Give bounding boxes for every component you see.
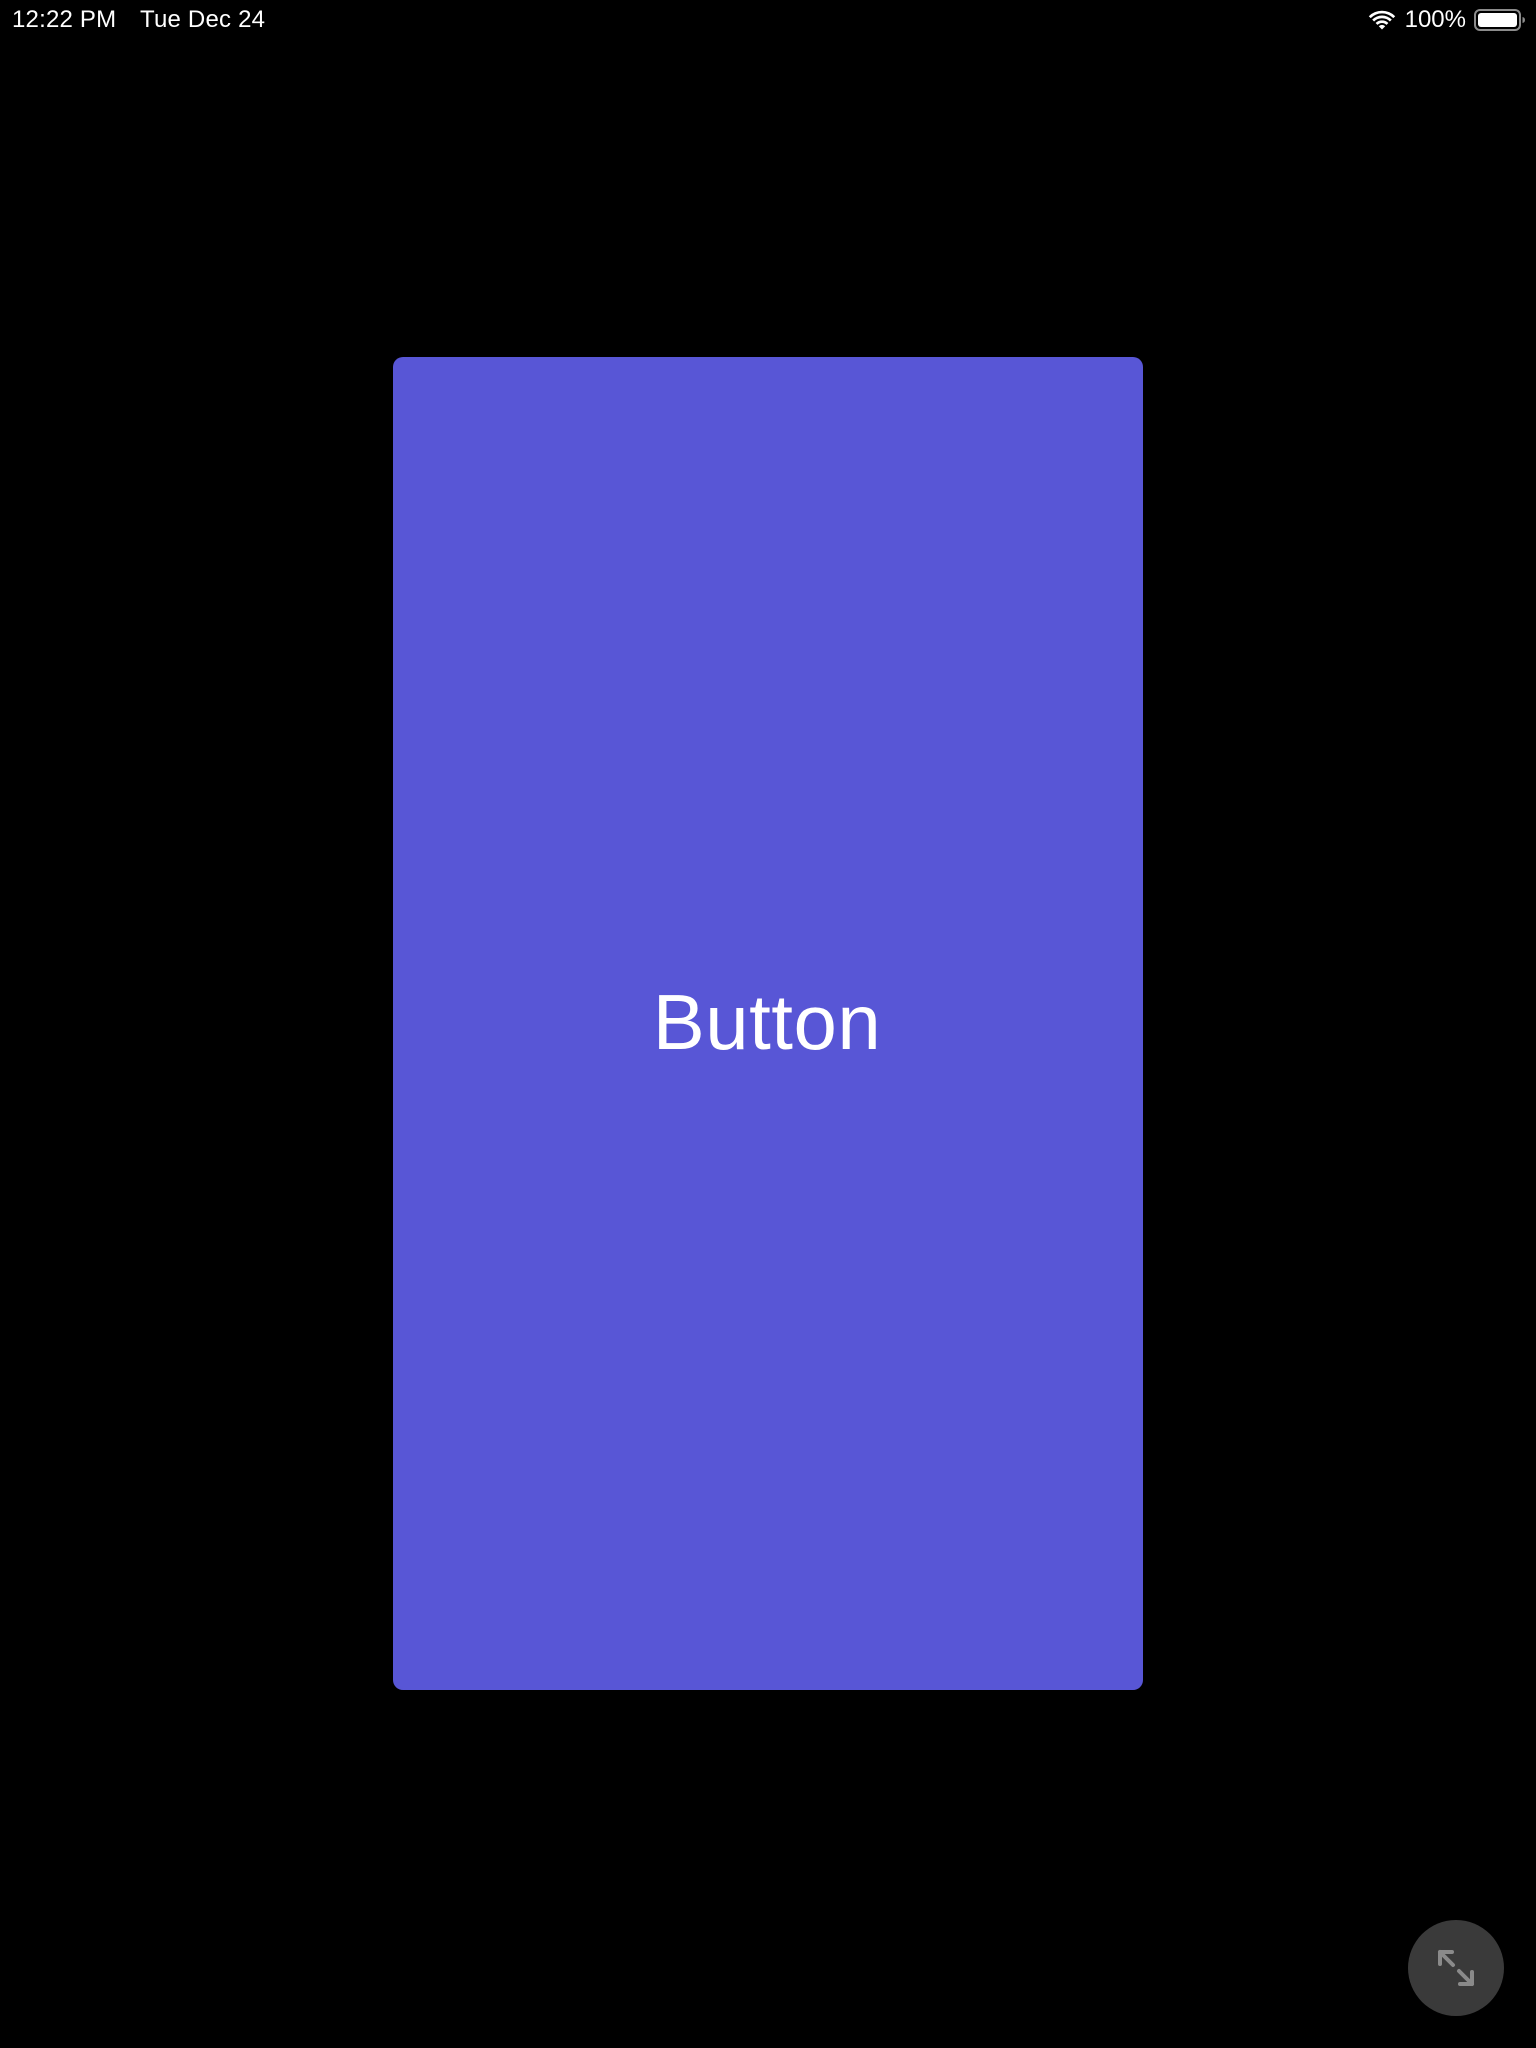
status-time: 12:22 PM [12,6,117,33]
main-button-label: Button [652,978,882,1066]
status-indicators: 100% [1367,4,1526,36]
main-button[interactable]: Button [393,357,1143,1690]
status-bar: 12:22 PM Tue Dec 24 100% [0,0,1536,40]
wifi-icon [1367,9,1397,31]
expand-button[interactable] [1408,1920,1504,2016]
status-date: Tue Dec 24 [140,6,266,33]
battery-percent: 100% [1404,6,1466,33]
battery-full-icon [1474,8,1526,32]
expand-arrows-icon [1432,1944,1480,1992]
